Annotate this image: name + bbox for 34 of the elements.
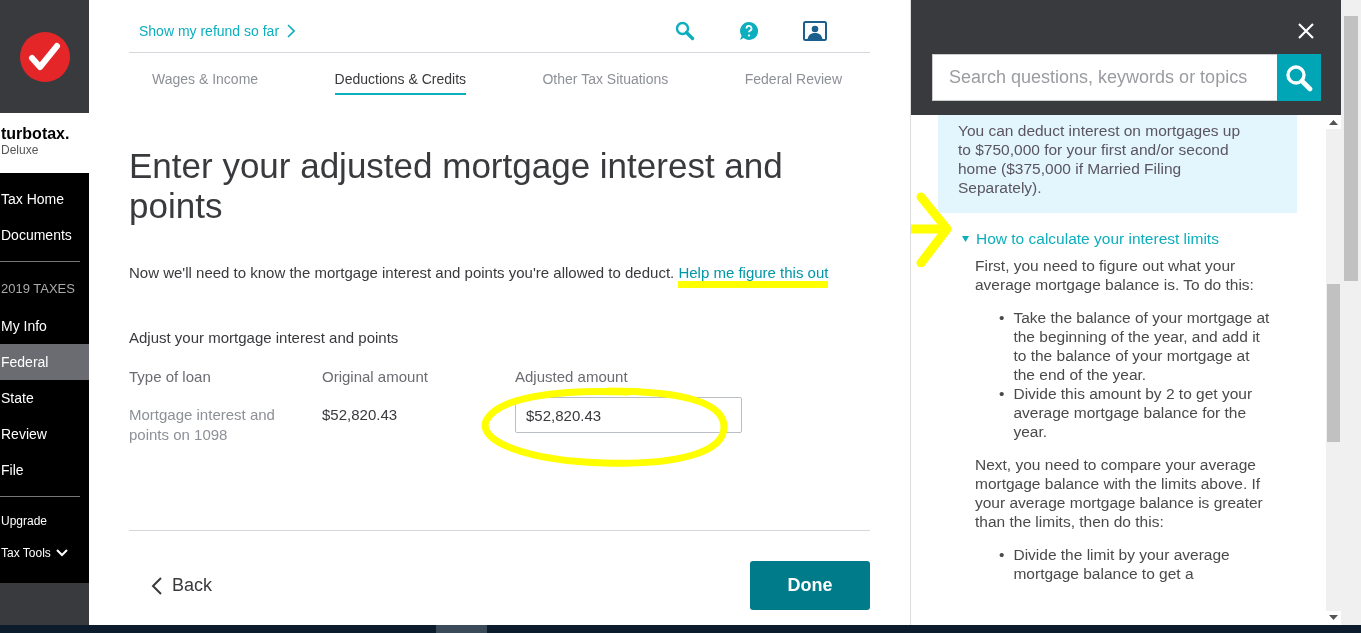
bullet-mark: • [999, 384, 1005, 404]
original-amount-cell-text: $52,820.43 [322, 405, 399, 425]
page-title: Enter your adjusted mortgage interest and points [129, 146, 784, 226]
help-bullet: Divide this amount by 2 to get your average mortgage balance for the year. [1013, 384, 1254, 441]
nav-item[interactable]: Federal [0, 344, 89, 380]
section-title: Adjust your mortgage interest and points [129, 329, 400, 346]
info-box: You can deduct interest on mortgages up to $750,000 for your first and/or second home ($375,000 if Married Filing Separately). [938, 115, 1297, 213]
nav-item[interactable]: My Info [0, 308, 89, 344]
nav-item[interactable]: State [0, 380, 89, 416]
nav-item[interactable]: Tax Home [0, 181, 89, 217]
nav-item[interactable]: Documents [0, 217, 89, 253]
nav-section-header: 2019 TAXES [0, 280, 76, 298]
column-header: Adjusted amount [515, 368, 629, 385]
loan-type-cell-text: Mortgage interest and points on 1098 [129, 405, 276, 445]
help-bullet: Take the balance of your mortgage at the beginning of the year, and add it to the balance of your mortgage at the end of the year. [1013, 308, 1271, 384]
adjusted-amount-field[interactable]: $52,820.43 [515, 397, 742, 433]
nav-menu[interactable]: Tax Tools [0, 537, 89, 569]
bullet-mark: • [999, 545, 1005, 565]
nav-item[interactable]: Upgrade [0, 505, 89, 537]
help-paragraph: Next, you need to compare your average mortgage balance with the limits above. If your average mortgage balance is greater than the limits, then do this: [975, 455, 1264, 531]
done-button[interactable]: Done [750, 561, 870, 610]
nav-item[interactable]: File [0, 452, 89, 488]
column-header: Original amount [322, 368, 429, 385]
help-link[interactable]: Help me figure this out [678, 264, 829, 288]
help-bullet: Divide the limit by your average mortgage balance to get a [1013, 545, 1231, 583]
brand-name: turbotax. [1, 125, 70, 143]
back-button[interactable]: Back [129, 575, 213, 596]
search-field[interactable]: Search questions, keywords or topics [932, 54, 1277, 101]
edition-label: Deluxe [1, 143, 39, 157]
help-paragraph: First, you need to figure out what your average mortgage balance is. To do this: [975, 256, 1255, 294]
nav-item[interactable]: Review [0, 416, 89, 452]
bullet-mark: • [999, 308, 1005, 328]
column-header: Type of loan [129, 368, 212, 385]
step-tab[interactable]: Deductions & Credits [334, 71, 467, 95]
